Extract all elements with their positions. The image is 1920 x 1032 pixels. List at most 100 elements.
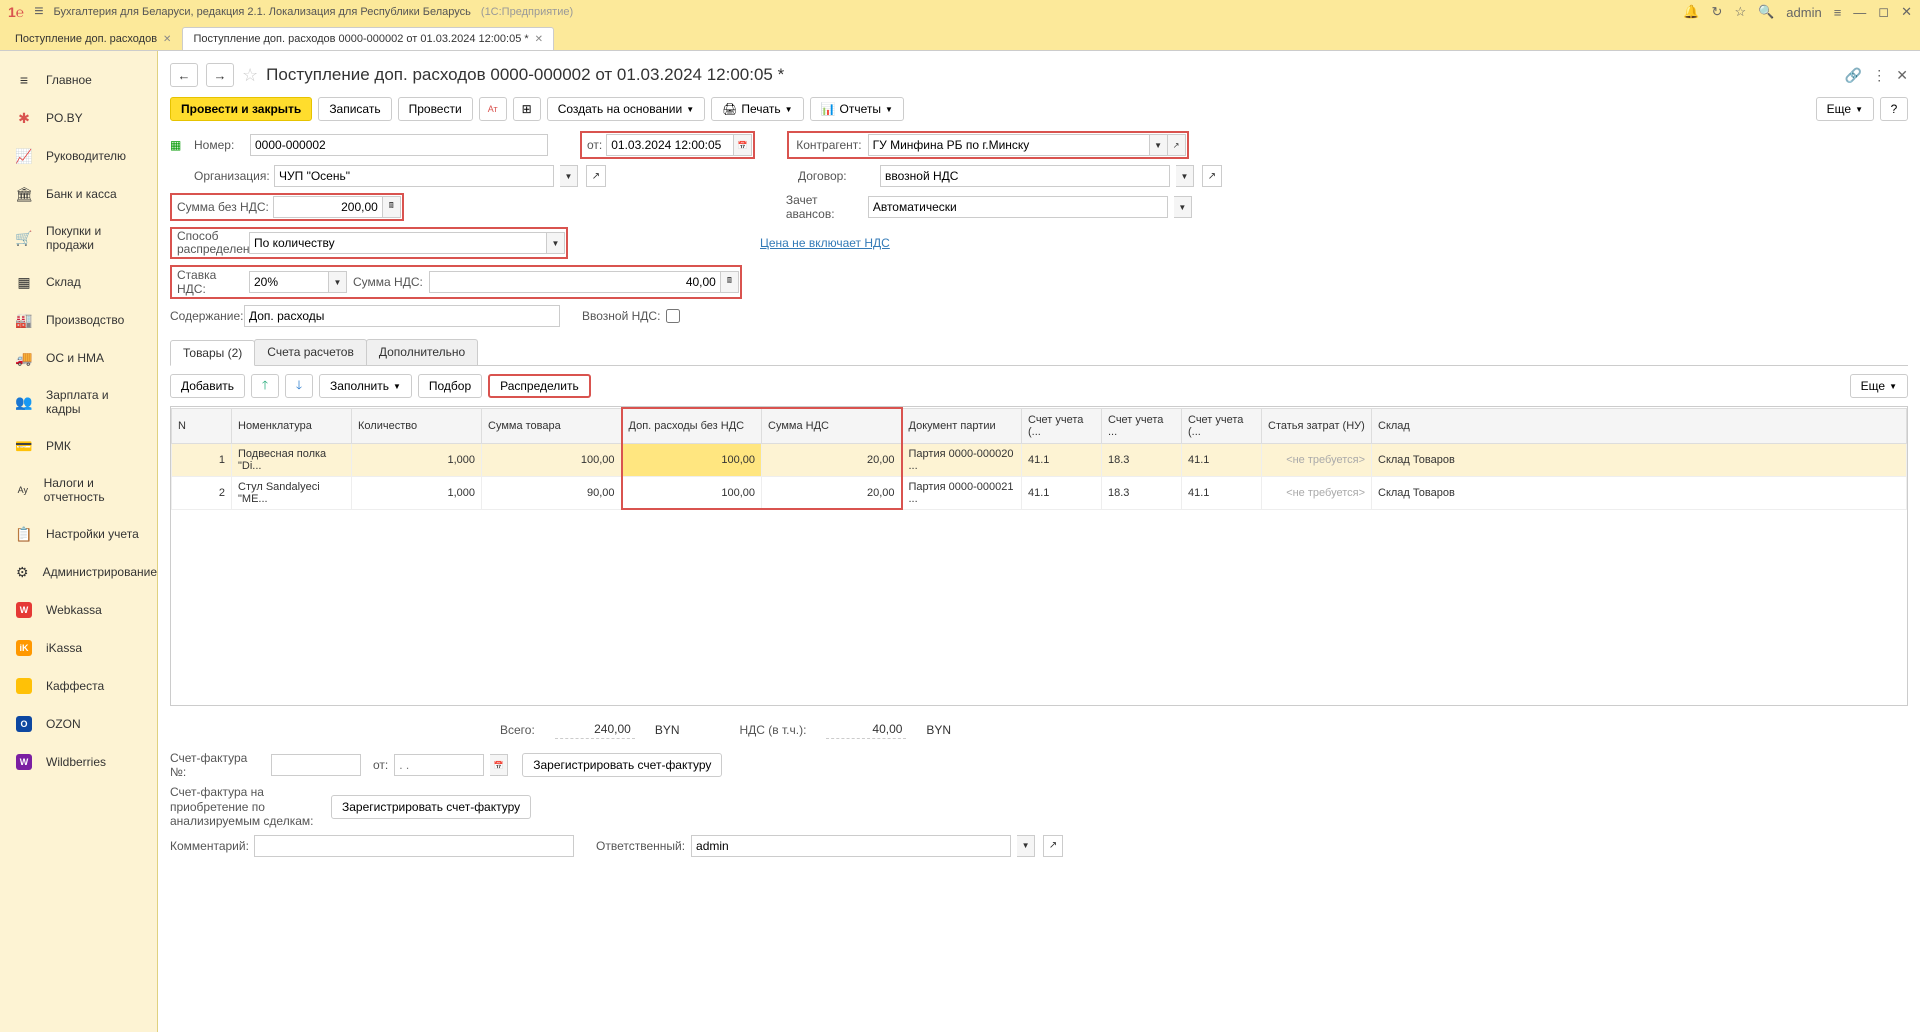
comment-input[interactable] [259, 839, 569, 853]
sidebar-item-bank[interactable]: 🏛Банк и касса [0, 175, 157, 213]
minimize-icon[interactable]: — [1853, 5, 1866, 20]
sidebar-item-ikassa[interactable]: iKiKassa [0, 629, 157, 667]
subtab-goods[interactable]: Товары (2) [170, 340, 255, 366]
responsible-input[interactable] [696, 839, 1006, 853]
sum-calc-button[interactable]: 🖩 [383, 196, 401, 218]
cell-nom[interactable]: Стул Sandalyeci "ME... [232, 476, 352, 509]
col-nom[interactable]: Номенклатура [232, 408, 352, 443]
cell-vat[interactable]: 20,00 [762, 476, 902, 509]
goods-table[interactable]: N Номенклатура Количество Сумма товара Д… [170, 406, 1908, 706]
comment-field[interactable] [254, 835, 574, 857]
date-input[interactable] [611, 138, 729, 152]
sidebar-item-production[interactable]: 🏭Производство [0, 301, 157, 339]
cell-acc1[interactable]: 41.1 [1022, 443, 1102, 476]
sidebar-item-webkassa[interactable]: WWebkassa [0, 591, 157, 629]
move-up-button[interactable]: 🡑 [251, 374, 279, 398]
responsible-dropdown[interactable]: ▼ [1017, 835, 1035, 857]
tab-2[interactable]: Поступление доп. расходов 0000-000002 от… [182, 27, 554, 50]
search-icon[interactable]: 🔍 [1758, 4, 1774, 20]
vat-calc-button[interactable]: 🖩 [721, 271, 739, 293]
sidebar-item-admin[interactable]: ⚙Администрирование [0, 553, 157, 591]
advance-dropdown[interactable]: ▼ [1174, 196, 1192, 218]
subtab-accounts[interactable]: Счета расчетов [254, 339, 367, 365]
close-icon[interactable]: ✕ [1901, 4, 1912, 20]
sum-novat-field[interactable] [273, 196, 383, 218]
contract-open[interactable]: ↗ [1202, 165, 1222, 187]
sidebar-item-hr[interactable]: 👥Зарплата и кадры [0, 377, 157, 427]
invoice-date-field[interactable] [394, 754, 484, 776]
more-button[interactable]: Еще ▼ [1816, 97, 1874, 121]
maximize-icon[interactable]: ◻ [1878, 4, 1889, 20]
responsible-field[interactable] [691, 835, 1011, 857]
cell-qty[interactable]: 1,000 [352, 443, 482, 476]
bell-icon[interactable]: 🔔 [1683, 4, 1699, 20]
org-input[interactable] [279, 169, 549, 183]
save-button[interactable]: Записать [318, 97, 391, 121]
col-wh[interactable]: Склад [1372, 408, 1907, 443]
cell-n[interactable]: 2 [172, 476, 232, 509]
vat-rate-input[interactable] [254, 275, 324, 289]
cell-exp[interactable]: 100,00 [622, 476, 762, 509]
cell-batch[interactable]: Партия 0000-000020 ... [902, 443, 1022, 476]
col-qty[interactable]: Количество [352, 408, 482, 443]
counterparty-open[interactable]: ↗ [1168, 134, 1186, 156]
counterparty-dropdown[interactable]: ▼ [1150, 134, 1168, 156]
col-exp[interactable]: Доп. расходы без НДС [622, 408, 762, 443]
sidebar-item-rmk[interactable]: 💳РМК [0, 427, 157, 465]
create-based-button[interactable]: Создать на основании ▼ [547, 97, 705, 121]
cell-vat[interactable]: 20,00 [762, 443, 902, 476]
structure-button[interactable]: ⊞ [513, 97, 541, 121]
dist-field[interactable] [249, 232, 547, 254]
counterparty-input[interactable] [873, 138, 1145, 152]
col-n[interactable]: N [172, 408, 232, 443]
col-sum[interactable]: Сумма товара [482, 408, 622, 443]
invoice-num-input[interactable] [276, 758, 356, 772]
cell-batch[interactable]: Партия 0000-000021 ... [902, 476, 1022, 509]
cell-acc2[interactable]: 18.3 [1102, 443, 1182, 476]
sidebar-item-main[interactable]: ≡Главное [0, 61, 157, 99]
date-field[interactable] [606, 134, 734, 156]
responsible-open[interactable]: ↗ [1043, 835, 1063, 857]
vat-rate-dropdown[interactable]: ▼ [329, 271, 347, 293]
cell-acc3[interactable]: 41.1 [1182, 476, 1262, 509]
contract-input[interactable] [885, 169, 1165, 183]
tab-close-icon[interactable]: ✕ [163, 34, 171, 45]
cell-cost[interactable]: <не требуется> [1262, 443, 1372, 476]
settings-icon[interactable]: ≡ [1834, 5, 1842, 20]
col-cost[interactable]: Статья затрат (НУ) [1262, 408, 1372, 443]
sidebar-item-settings[interactable]: 📋Настройки учета [0, 515, 157, 553]
move-down-button[interactable]: 🡓 [285, 374, 313, 398]
reports-button[interactable]: 📊 Отчеты ▼ [810, 97, 904, 121]
date-picker-button[interactable]: 📅 [734, 134, 752, 156]
cell-nom[interactable]: Подвесная полка "Di... [232, 443, 352, 476]
cell-wh[interactable]: Склад Товаров [1372, 443, 1907, 476]
vat-rate-field[interactable] [249, 271, 329, 293]
distribute-button[interactable]: Распределить [488, 374, 591, 398]
post-close-button[interactable]: Провести и закрыть [170, 97, 312, 121]
register-invoice2-button[interactable]: Зарегистрировать счет-фактуру [331, 795, 531, 819]
burger-icon[interactable]: ≡ [34, 3, 43, 21]
cell-sum[interactable]: 100,00 [482, 443, 622, 476]
col-acc3[interactable]: Счет учета (... [1182, 408, 1262, 443]
print-button[interactable]: 🖨 Печать ▼ [711, 97, 803, 121]
col-acc1[interactable]: Счет учета (... [1022, 408, 1102, 443]
back-button[interactable]: ← [170, 63, 198, 87]
cell-sum[interactable]: 90,00 [482, 476, 622, 509]
link-icon[interactable]: 🔗 [1845, 67, 1862, 84]
favorite-button[interactable]: ☆ [242, 65, 258, 86]
add-button[interactable]: Добавить [170, 374, 245, 398]
number-input[interactable] [255, 138, 543, 152]
table-row[interactable]: 2 Стул Sandalyeci "ME... 1,000 90,00 100… [172, 476, 1907, 509]
advance-field[interactable] [868, 196, 1168, 218]
cell-exp[interactable]: 100,00 [622, 443, 762, 476]
sidebar-item-assets[interactable]: 🚚ОС и НМА [0, 339, 157, 377]
close-doc-icon[interactable]: ✕ [1896, 67, 1908, 84]
post-button[interactable]: Провести [398, 97, 473, 121]
invoice-date-input[interactable] [399, 758, 479, 772]
history-icon[interactable]: ↻ [1712, 4, 1723, 20]
vat-sum-field[interactable] [429, 271, 721, 293]
dist-input[interactable] [254, 236, 542, 250]
price-vat-link[interactable]: Цена не включает НДС [760, 236, 890, 250]
dt-kt-button[interactable]: Ат [479, 97, 507, 121]
import-vat-checkbox[interactable] [666, 309, 680, 323]
